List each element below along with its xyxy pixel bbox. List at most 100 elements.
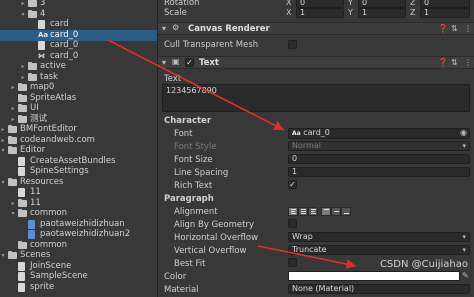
align-left-button[interactable]: [288, 207, 298, 216]
file-icon: [18, 261, 25, 271]
line-spacing-field[interactable]: 1: [288, 167, 470, 177]
rotation-x-field[interactable]: 0: [296, 0, 344, 8]
help-icon[interactable]: ❓: [438, 24, 448, 33]
chevron-down-icon[interactable]: ▾: [0, 145, 7, 156]
tree-item[interactable]: ▸ BMFontEditor: [0, 124, 157, 135]
watermark: CSDN @Cuijiahao: [379, 259, 468, 270]
font-value: card_0: [303, 128, 330, 137]
chevron-right-icon[interactable]: ▸: [9, 82, 17, 93]
scale-y-label: Y: [348, 8, 353, 17]
tree-item[interactable]: ▸ 测试: [0, 114, 157, 125]
tree-item[interactable]: ▾ Scenes: [0, 250, 157, 261]
chevron-down-icon[interactable]: ▾: [162, 58, 166, 67]
font-size-label: Font Size: [174, 155, 213, 165]
text-component-header[interactable]: ▾ ▣ ✓ Text ❓ ⇅ ⋮: [158, 56, 474, 69]
tree-item[interactable]: ⋈ card_0: [0, 51, 157, 62]
chevron-right-icon[interactable]: ▸: [0, 135, 7, 146]
font-style-dropdown[interactable]: Normal ▾: [288, 141, 470, 151]
chevron-right-icon[interactable]: ▸: [9, 103, 17, 114]
tree-item-label: card_0: [50, 29, 79, 40]
tree-item[interactable]: SpriteAtlas: [0, 93, 157, 104]
text-component-title: Text: [199, 58, 219, 68]
chevron-right-icon[interactable]: ▸: [9, 114, 17, 125]
tree-item[interactable]: SampleScene: [0, 271, 157, 282]
file-icon: [38, 20, 45, 29]
preset-icon[interactable]: ⇅: [451, 58, 458, 67]
tree-item[interactable]: Aa card_0: [0, 29, 157, 41]
text-area[interactable]: 1234567890: [162, 84, 470, 112]
tree-item[interactable]: CreateAssetBundles: [0, 156, 157, 167]
tree-item[interactable]: JoinScene: [0, 261, 157, 272]
align-top-button[interactable]: [321, 207, 331, 216]
canvas-renderer-header[interactable]: ▾ ⚙ Canvas Renderer ❓ ⇅ ⋮: [158, 22, 474, 35]
canvas-renderer-title: Canvas Renderer: [188, 24, 270, 34]
tree-item[interactable]: ▸ task: [0, 72, 157, 83]
object-picker-icon[interactable]: ◉: [460, 129, 467, 137]
folder-icon: [18, 198, 27, 207]
tree-item[interactable]: ▾ Resources: [0, 177, 157, 188]
chevron-right-icon[interactable]: ▸: [9, 198, 17, 209]
chevron-down-icon: ▾: [462, 233, 466, 241]
vertical-overflow-dropdown[interactable]: Truncate ▾: [288, 245, 470, 255]
eyedropper-icon[interactable]: ✎: [462, 271, 469, 280]
chevron-right-icon[interactable]: ▸: [19, 72, 27, 83]
text-enabled-checkbox[interactable]: ✓: [185, 58, 194, 67]
tree-item[interactable]: SpineSettings: [0, 166, 157, 177]
rotation-z-field[interactable]: 0: [420, 0, 470, 8]
tree-item[interactable]: paotaweizhidizhuan: [0, 219, 157, 230]
scale-y-field[interactable]: 1: [358, 8, 406, 18]
tree-item[interactable]: ▾ Editor: [0, 145, 157, 156]
tree-item-label: 11: [30, 197, 41, 208]
align-center-button[interactable]: [298, 207, 308, 216]
scale-z-label: Z: [410, 8, 416, 17]
material-field[interactable]: None (Material): [288, 284, 470, 294]
scale-x-field[interactable]: 1: [296, 8, 344, 18]
chevron-right-icon[interactable]: ▸: [19, 61, 27, 72]
chevron-down-icon[interactable]: ▾: [19, 9, 27, 20]
best-fit-checkbox[interactable]: [288, 258, 297, 267]
rotation-y-field[interactable]: 0: [358, 0, 406, 8]
tree-item[interactable]: 11: [0, 187, 157, 198]
more-icon[interactable]: ⋮: [464, 24, 472, 33]
tree-item[interactable]: ▸ map0: [0, 82, 157, 93]
folder-icon: [18, 93, 27, 102]
preset-icon[interactable]: ⇅: [451, 24, 458, 33]
chevron-down-icon[interactable]: ▾: [9, 208, 17, 219]
tree-item[interactable]: ▸ active: [0, 61, 157, 72]
help-icon[interactable]: ❓: [438, 58, 448, 67]
tree-item[interactable]: paotaweizhidizhuan2: [0, 229, 157, 240]
folder-icon: [28, 72, 37, 81]
tree-item[interactable]: ▸ codeandweb.com: [0, 135, 157, 146]
cull-transparent-mesh-checkbox[interactable]: [288, 40, 297, 49]
tree-item[interactable]: common: [0, 240, 157, 251]
font-field[interactable]: Aa card_0 ◉: [288, 128, 470, 139]
tree-item[interactable]: ▾ common: [0, 208, 157, 219]
font-icon: Aa: [38, 30, 49, 39]
tree-item[interactable]: ▸ 11: [0, 198, 157, 209]
chevron-down-icon[interactable]: ▾: [0, 250, 7, 261]
align-middle-button[interactable]: [331, 207, 341, 216]
chevron-down-icon[interactable]: ▾: [0, 177, 7, 188]
color-swatch[interactable]: [288, 271, 460, 281]
tree-item[interactable]: card: [0, 19, 157, 30]
align-right-button[interactable]: [308, 207, 318, 216]
chevron-right-icon[interactable]: ▸: [0, 124, 7, 135]
tree-item-label: Resources: [20, 176, 64, 187]
chevron-down-icon[interactable]: ▾: [162, 24, 166, 33]
gear-icon: ⚙: [172, 23, 180, 32]
tree-item[interactable]: ▾ 4: [0, 9, 157, 20]
font-label: Font: [174, 129, 193, 139]
horizontal-overflow-dropdown[interactable]: Wrap ▾: [288, 232, 470, 242]
scale-label: Scale: [164, 8, 187, 18]
align-bottom-button[interactable]: [341, 207, 351, 216]
tree-item[interactable]: sprite: [0, 282, 157, 293]
chevron-down-icon: ▾: [462, 142, 466, 150]
scale-z-field[interactable]: 1: [420, 8, 470, 18]
folder-icon: [28, 0, 37, 7]
rich-text-checkbox[interactable]: ✓: [288, 180, 297, 189]
align-by-geometry-checkbox[interactable]: [288, 219, 297, 228]
more-icon[interactable]: ⋮: [464, 58, 472, 67]
tree-item[interactable]: ▸ UI: [0, 103, 157, 114]
tree-item[interactable]: card_0: [0, 40, 157, 51]
font-size-field[interactable]: 0: [288, 154, 470, 164]
